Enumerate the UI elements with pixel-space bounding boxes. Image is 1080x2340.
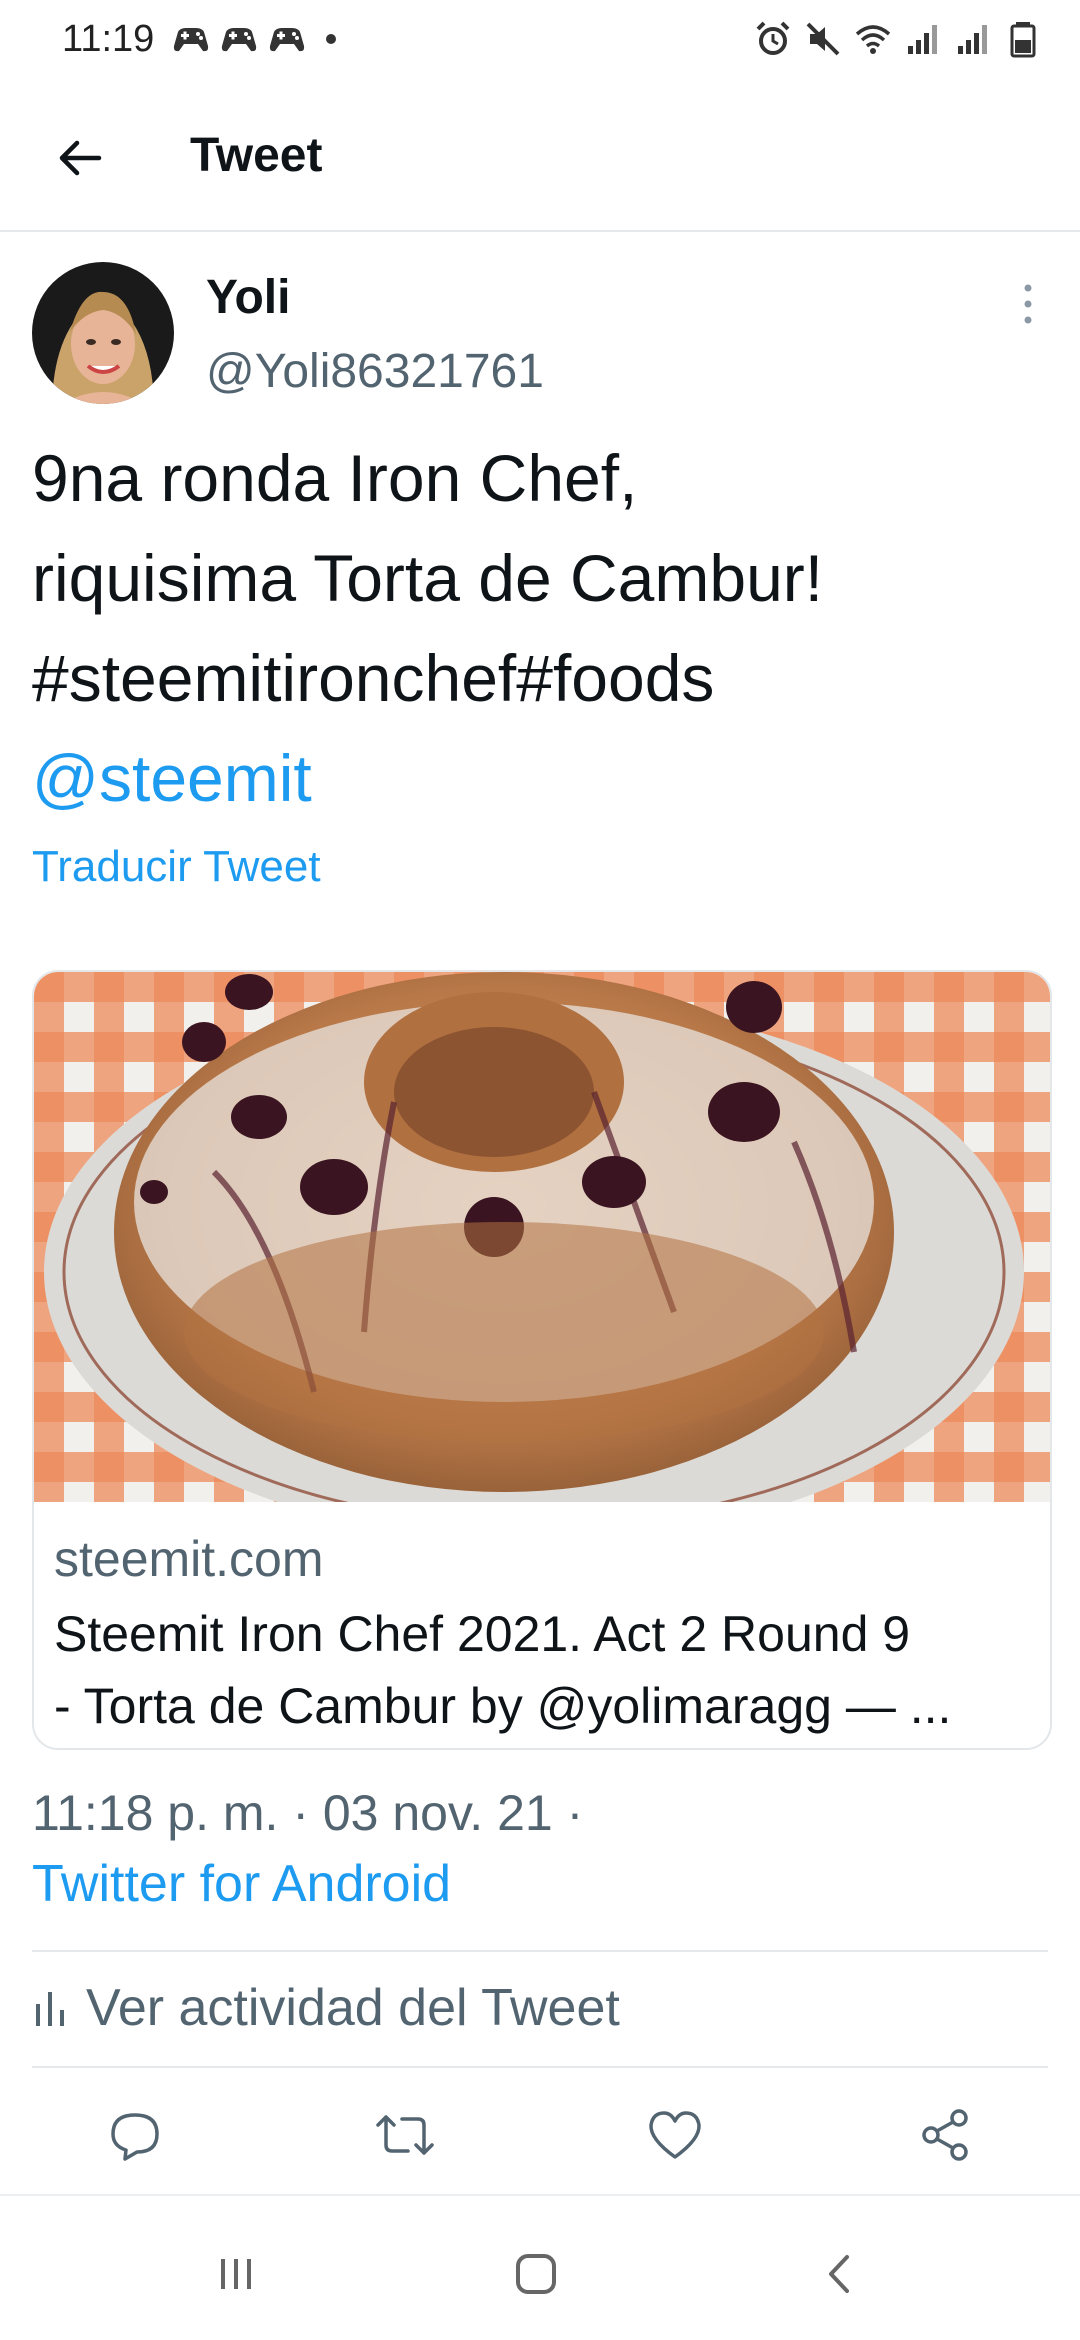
- tweet-activity-label: Ver actividad del Tweet: [86, 1979, 620, 2037]
- author-name[interactable]: Yoli: [206, 270, 290, 325]
- tweet-text: 9na ronda Iron Chef, riquisima Torta de …: [32, 428, 1042, 828]
- divider: [32, 1950, 1048, 1952]
- cake-photo: [34, 972, 1050, 1502]
- recent-apps-icon: [221, 2259, 251, 2289]
- tweet-text-hashtags[interactable]: #steemitironchef#foods: [32, 628, 1042, 728]
- tweet-source-link[interactable]: Twitter for Android: [32, 1854, 451, 1914]
- tweet-text-line: 9na ronda Iron Chef,: [32, 441, 638, 515]
- avatar[interactable]: [32, 262, 174, 404]
- reply-button[interactable]: [100, 2100, 170, 2170]
- notification-icons: [172, 22, 336, 56]
- link-preview-card[interactable]: steemit.com Steemit Iron Chef 2021. Act …: [32, 970, 1052, 1750]
- analytics-icon: [36, 1992, 64, 2026]
- mute-icon: [806, 22, 840, 56]
- system-navigation-bar: [0, 2196, 1080, 2340]
- like-button[interactable]: [640, 2100, 710, 2170]
- signal-icon: [958, 25, 987, 54]
- reply-icon: [111, 2113, 159, 2161]
- card-domain: steemit.com: [54, 1531, 324, 1587]
- author-handle[interactable]: @Yoli86321761: [206, 344, 544, 399]
- game-controller-icon: [269, 28, 305, 52]
- chevron-left-icon: [829, 2255, 849, 2293]
- heart-icon: [649, 2111, 701, 2159]
- home-button[interactable]: [496, 2234, 576, 2314]
- signal-icon: [908, 25, 937, 54]
- alarm-icon: [756, 21, 790, 55]
- home-icon: [516, 2254, 556, 2294]
- status-time: 11:19: [62, 18, 155, 60]
- share-icon: [922, 2109, 968, 2161]
- game-controller-icon: [221, 28, 257, 52]
- more-options-button[interactable]: [1010, 280, 1046, 328]
- wifi-icon: [855, 25, 891, 54]
- back-button[interactable]: [40, 118, 120, 198]
- notification-dot: [326, 34, 336, 44]
- retweet-button[interactable]: [370, 2100, 440, 2170]
- share-button[interactable]: [910, 2100, 980, 2170]
- page-title: Tweet: [190, 129, 323, 182]
- translate-tweet-link[interactable]: Traducir Tweet: [32, 842, 321, 892]
- system-back-button[interactable]: [800, 2234, 880, 2314]
- tweet-activity-button[interactable]: Ver actividad del Tweet: [32, 1978, 620, 2038]
- divider: [32, 2066, 1048, 2068]
- game-controller-icon: [173, 28, 209, 52]
- mention-link[interactable]: @steemit: [32, 728, 1042, 828]
- recent-apps-button[interactable]: [196, 2234, 276, 2314]
- back-arrow-icon: [59, 140, 102, 176]
- status-bar: 11:19: [0, 0, 1080, 84]
- tweet-text-line: riquisima Torta de Cambur!: [32, 541, 824, 615]
- retweet-icon: [376, 2115, 434, 2155]
- battery-icon: [1010, 22, 1036, 58]
- more-vertical-icon: [1024, 284, 1032, 324]
- tweet-actions-bar: [0, 2090, 1080, 2176]
- card-title-line: Steemit Iron Chef 2021. Act 2 Round 9: [54, 1606, 911, 1662]
- card-title: Steemit Iron Chef 2021. Act 2 Round 9 - …: [54, 1598, 1034, 1742]
- top-app-bar: Tweet: [0, 84, 1080, 232]
- system-icons: [754, 20, 1042, 58]
- tweet-timestamp: 11:18 p. m. · 03 nov. 21 ·: [32, 1785, 584, 1841]
- card-title-line: - Torta de Cambur by @yolimaragg — ...: [54, 1678, 952, 1734]
